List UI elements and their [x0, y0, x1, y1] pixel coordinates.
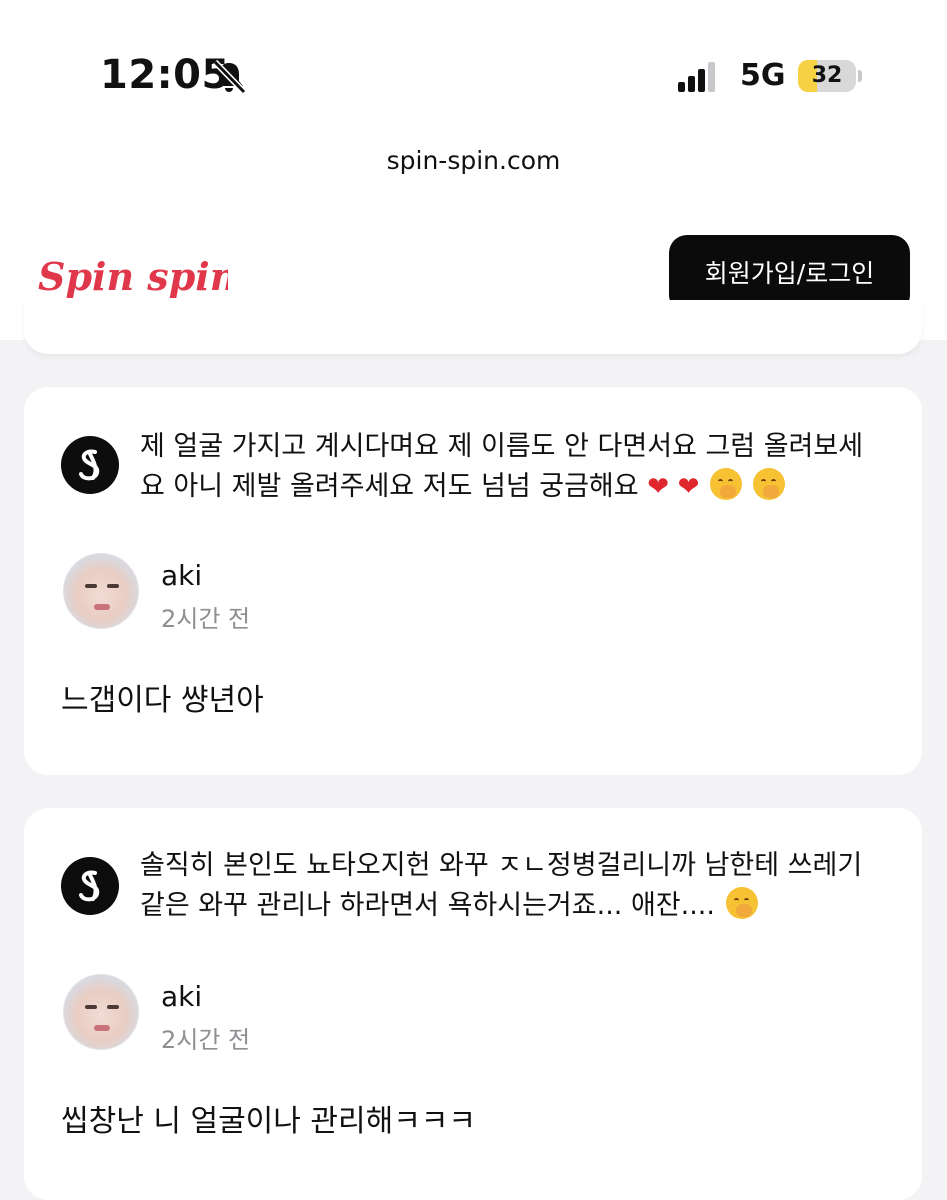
- top-header: 12:05 5G 32 spin-spin.com Spin spin 회원가입…: [0, 0, 947, 340]
- spinspin-question-icon: [61, 857, 119, 915]
- answer-text: 씹창난 니 얼굴이나 관리해ㅋㅋㅋ: [61, 1104, 477, 1139]
- answer-text: 느갭이다 썅년아: [61, 683, 264, 718]
- avatar[interactable]: [63, 553, 139, 629]
- timestamp: 2시간 전: [161, 1026, 251, 1054]
- avatar[interactable]: [63, 974, 139, 1050]
- browser-url[interactable]: spin-spin.com: [0, 146, 947, 175]
- hand-over-mouth-emoji-icon: [752, 468, 785, 500]
- username[interactable]: aki: [161, 559, 202, 592]
- logo-text: Spin spin: [38, 254, 228, 299]
- status-bar: 12:05 5G 32: [0, 0, 947, 130]
- question-text: 제 얼굴 가지고 계시다며요 제 이름도 안 다면서요 그럼 올려보세 요 아니…: [140, 427, 900, 507]
- hand-over-mouth-emoji-icon: [725, 887, 758, 919]
- username[interactable]: aki: [161, 980, 202, 1013]
- question-line: 솔직히 본인도 뇨타오지헌 와꾸 ㅈㄴ정병걸리니까 남한테 쓰레기: [140, 850, 863, 881]
- bell-slash-icon: [212, 59, 247, 95]
- question-line-with-emoji: 요 아니 제발 올려주세요 저도 넘넘 궁금해요 ❤ ❤: [140, 467, 900, 507]
- heart-emoji-icon: ❤: [647, 472, 670, 502]
- battery-indicator: 32: [798, 60, 862, 92]
- cellular-signal-icon: [678, 62, 715, 92]
- question-line-with-emoji: 같은 와꾸 관리나 하라면서 욕하시는거죠... 애잔....: [140, 886, 900, 926]
- qa-card[interactable]: 솔직히 본인도 뇨타오지헌 와꾸 ㅈㄴ정병걸리니까 남한테 쓰레기 같은 와꾸 …: [24, 808, 922, 1200]
- qa-card[interactable]: 제 얼굴 가지고 계시다며요 제 이름도 안 다면서요 그럼 올려보세 요 아니…: [24, 387, 922, 775]
- spinspin-question-icon: [61, 436, 119, 494]
- spinspin-logo[interactable]: Spin spin: [38, 250, 228, 300]
- question-line: 제 얼굴 가지고 계시다며요 제 이름도 안 다면서요 그럼 올려보세: [140, 431, 864, 462]
- network-type: 5G: [740, 58, 786, 93]
- timestamp: 2시간 전: [161, 605, 251, 633]
- battery-level-text: 32: [811, 63, 843, 88]
- heart-emoji-icon: ❤: [677, 472, 700, 502]
- previous-card-edge: [24, 300, 922, 354]
- question-line: 같은 와꾸 관리나 하라면서 욕하시는거죠... 애잔....: [140, 890, 715, 921]
- question-text: 솔직히 본인도 뇨타오지헌 와꾸 ㅈㄴ정병걸리니까 남한테 쓰레기 같은 와꾸 …: [140, 846, 900, 926]
- question-line: 요 아니 제발 올려주세요 저도 넘넘 궁금해요: [140, 471, 639, 502]
- hand-over-mouth-emoji-icon: [710, 468, 742, 500]
